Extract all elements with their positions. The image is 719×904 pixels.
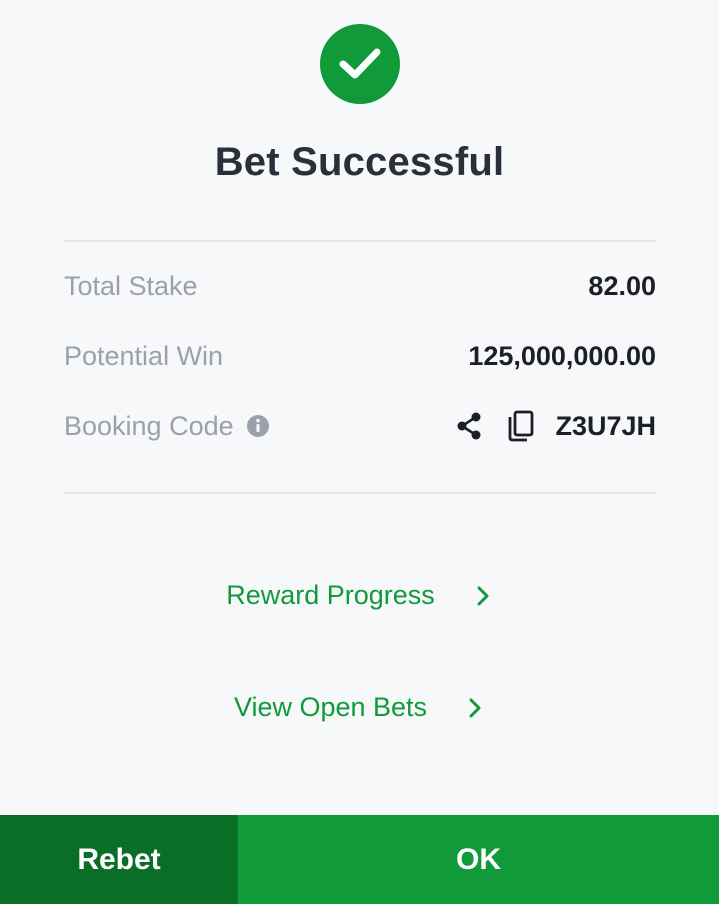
booking-code-row: Booking Code Z3U7JH [64, 406, 656, 446]
footer-actions: Rebet OK [0, 815, 719, 904]
ok-button[interactable]: OK [238, 815, 719, 904]
potential-win-value: 125,000,000.00 [468, 340, 656, 371]
chevron-right-icon [473, 584, 493, 608]
info-icon[interactable] [246, 414, 270, 438]
total-stake-label: Total Stake [64, 270, 198, 301]
booking-code-label-group: Booking Code [64, 411, 270, 442]
copy-icon[interactable] [505, 410, 537, 442]
booking-code-label: Booking Code [64, 410, 234, 441]
booking-code-value[interactable]: Z3U7JH [555, 411, 656, 442]
chevron-right-icon [465, 696, 485, 720]
potential-win-row: Potential Win 125,000,000.00 [64, 336, 656, 376]
rebet-button[interactable]: Rebet [0, 815, 238, 904]
share-icon[interactable] [453, 410, 485, 442]
reward-progress-link[interactable]: Reward Progress [0, 580, 719, 611]
divider-top [64, 240, 656, 242]
view-open-bets-label: View Open Bets [233, 692, 428, 722]
bet-success-screen: Bet Successful Total Stake 82.00 Potenti… [0, 0, 719, 904]
check-circle-icon [320, 24, 400, 104]
divider-bottom [64, 492, 656, 494]
view-open-bets-link[interactable]: View Open Bets [0, 692, 719, 723]
page-title: Bet Successful [214, 140, 505, 184]
potential-win-label: Potential Win [64, 340, 224, 371]
reward-progress-label: Reward Progress [226, 580, 435, 610]
total-stake-value: 82.00 [588, 270, 656, 301]
booking-code-actions: Z3U7JH [453, 410, 656, 442]
total-stake-row: Total Stake 82.00 [64, 266, 656, 306]
